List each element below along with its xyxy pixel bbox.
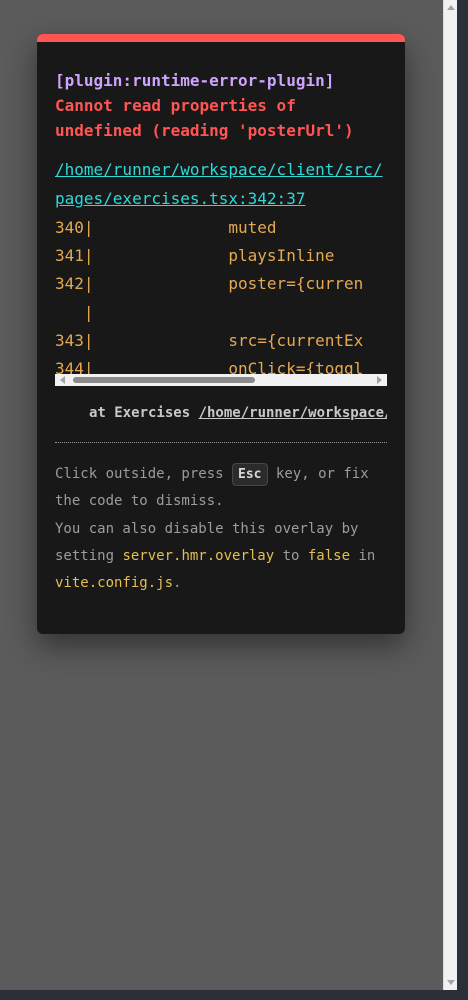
esc-key: Esc (232, 463, 268, 486)
code-frame-text: 340| muted 341| playsInline 342| poster=… (55, 218, 364, 379)
scroll-right-arrow-icon[interactable] (377, 376, 382, 384)
config-value: false (307, 547, 351, 564)
code-frame[interactable]: 340| muted 341| playsInline 342| poster=… (55, 214, 387, 386)
config-file: vite.config.js (55, 575, 174, 592)
dismiss-tip: Click outside, press Esc key, or fix the… (55, 461, 387, 597)
error-message: Cannot read properties of undefined (rea… (55, 96, 354, 140)
error-overlay-panel: [plugin:runtime-error-plugin] Cannot rea… (37, 34, 405, 634)
window-edge (457, 0, 468, 1000)
scrollbar-thumb[interactable] (73, 377, 255, 383)
plugin-name: [plugin:runtime-error-plugin] (55, 71, 335, 90)
error-accent-bar (37, 34, 405, 42)
error-file-link[interactable]: /home/runner/workspace/client/src/pages/… (55, 155, 387, 213)
scroll-up-arrow-icon[interactable] (447, 5, 455, 10)
vertical-scrollbar[interactable] (443, 0, 457, 990)
scroll-down-arrow-icon[interactable] (447, 980, 455, 985)
divider (55, 442, 387, 443)
stack-trace: at Exercises /home/runner/workspace/clie… (55, 405, 387, 425)
tip-text-6: . (173, 575, 182, 592)
scroll-left-arrow-icon[interactable] (60, 376, 65, 384)
tip-text-5: in (350, 547, 376, 564)
stack-location-link[interactable]: /home/runner/workspace/client/src/pages/… (199, 405, 387, 421)
stack-prefix: at Exercises (89, 405, 199, 421)
tip-text-1: Click outside, press (55, 466, 233, 482)
config-key: server.hmr.overlay (122, 547, 275, 564)
tip-text-4: to (274, 547, 308, 564)
window-bottom-edge (0, 990, 468, 1000)
code-frame-horizontal-scrollbar[interactable] (55, 374, 387, 386)
